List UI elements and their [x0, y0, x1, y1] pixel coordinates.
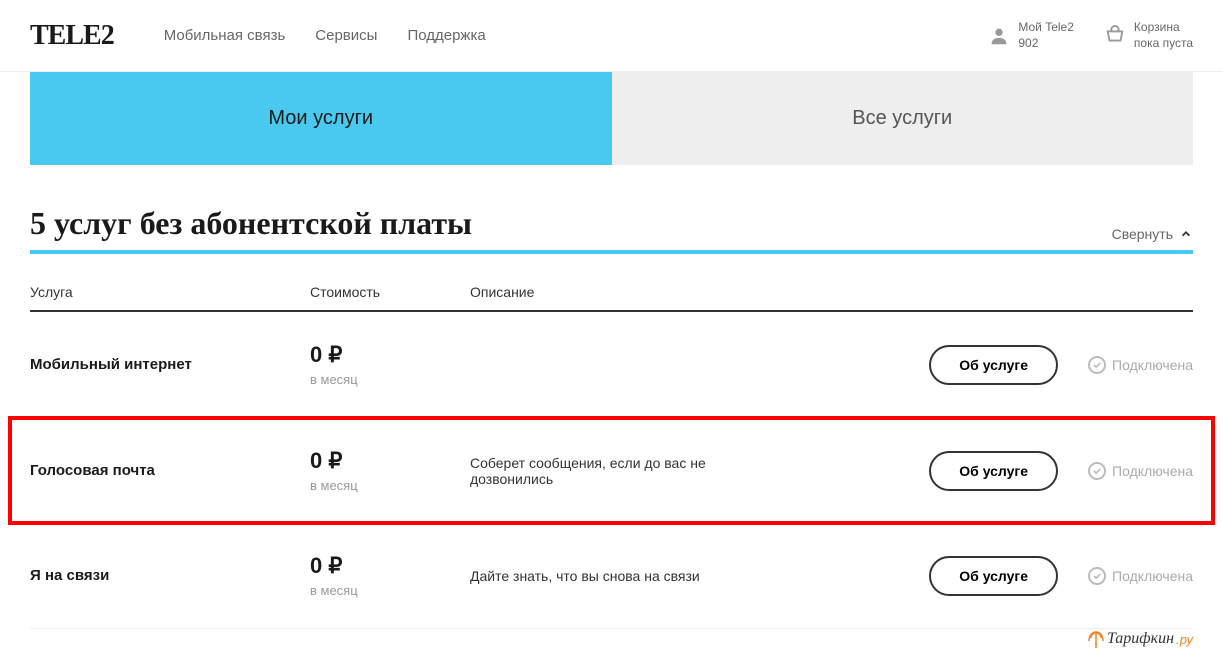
service-desc: Дайте знать, что вы снова на связи — [470, 568, 770, 584]
check-icon — [1088, 567, 1106, 585]
service-price: 0 ₽ — [310, 553, 470, 579]
cart-link[interactable]: Корзина пока пуста — [1104, 20, 1193, 51]
service-name: Голосовая почта — [30, 462, 310, 479]
collapse-toggle[interactable]: Свернуть — [1112, 226, 1193, 242]
status-connected: Подключена — [1088, 567, 1193, 585]
about-button[interactable]: Об услуге — [929, 451, 1058, 491]
service-period: в месяц — [310, 478, 470, 493]
th-desc: Описание — [470, 284, 863, 300]
cart-title: Корзина — [1134, 20, 1193, 36]
tab-my-services[interactable]: Мои услуги — [30, 72, 612, 165]
th-service: Услуга — [30, 284, 310, 300]
watermark-suffix: .ру — [1176, 632, 1193, 647]
th-cost: Стоимость — [310, 284, 470, 300]
logo[interactable]: TELE2 — [30, 20, 114, 52]
nav-mobile[interactable]: Мобильная связь — [164, 27, 286, 44]
check-icon — [1088, 356, 1106, 374]
table-row: Мобильный интернет0 ₽ в месяц Об услуге Под… — [30, 312, 1193, 418]
status-connected: Подключена — [1088, 462, 1193, 480]
status-connected: Подключена — [1088, 356, 1193, 374]
table-row: Голосовая почта0 ₽ в месяцСоберет сообщен… — [10, 418, 1213, 523]
watermark: Тарифкин .ру — [1087, 628, 1193, 650]
collapse-label: Свернуть — [1112, 226, 1173, 242]
table-row: Я на связи0 ₽ в месяцДайте знать, что вы … — [30, 523, 1193, 629]
service-period: в месяц — [310, 372, 470, 387]
user-icon — [988, 25, 1010, 47]
service-name: Мобильный интернет — [30, 356, 310, 373]
service-period: в месяц — [310, 583, 470, 598]
service-desc: Соберет сообщения, если до вас не дозвон… — [470, 455, 770, 487]
nav-support[interactable]: Поддержка — [407, 27, 485, 44]
check-icon — [1088, 462, 1106, 480]
account-number: 902 — [1018, 36, 1074, 52]
service-name: Я на связи — [30, 567, 310, 584]
cart-icon — [1104, 25, 1126, 47]
account-link[interactable]: Мой Tele2 902 — [988, 20, 1074, 51]
chevron-up-icon — [1179, 227, 1193, 241]
watermark-text: Тарифкин — [1107, 630, 1174, 648]
service-price: 0 ₽ — [310, 448, 470, 474]
section-title: 5 услуг без абонентской платы — [30, 205, 472, 242]
service-price: 0 ₽ — [310, 342, 470, 368]
account-title: Мой Tele2 — [1018, 20, 1074, 36]
cart-status: пока пуста — [1134, 36, 1193, 52]
nav-services[interactable]: Сервисы — [315, 27, 377, 44]
about-button[interactable]: Об услуге — [929, 345, 1058, 385]
tab-all-services[interactable]: Все услуги — [612, 72, 1194, 165]
about-button[interactable]: Об услуге — [929, 556, 1058, 596]
